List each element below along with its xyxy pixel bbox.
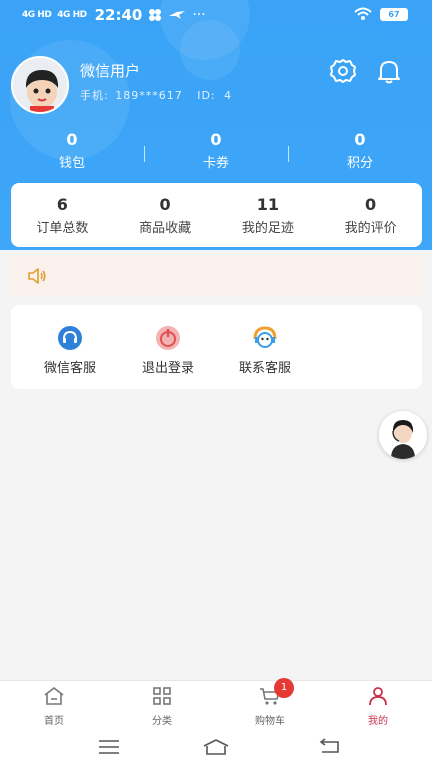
- menu-icon[interactable]: [96, 738, 124, 756]
- stat-reviews[interactable]: 0 我的评价: [319, 183, 422, 247]
- app-notification-icon: [149, 9, 162, 21]
- headset-icon: [58, 326, 82, 350]
- system-navigation-bar: [0, 726, 432, 768]
- grid-icon: [153, 687, 171, 705]
- stat-value: 6: [56, 195, 68, 214]
- notice-bar[interactable]: [11, 256, 422, 296]
- power-icon: [156, 326, 180, 350]
- services-card: 微信客服 退出登录 联系客服: [11, 305, 422, 389]
- stat-value: 0: [365, 195, 377, 214]
- tab-category[interactable]: 分类: [108, 681, 216, 727]
- back-icon[interactable]: [316, 738, 344, 756]
- speaker-icon: [28, 268, 46, 284]
- points-balance[interactable]: 0 积分: [288, 130, 432, 174]
- stat-total-orders[interactable]: 6 订单总数: [11, 183, 114, 247]
- home-icon: [44, 686, 64, 705]
- more-notifications: ···: [192, 7, 206, 23]
- phone-number: 189***617: [115, 89, 183, 102]
- wifi-icon: [354, 7, 372, 20]
- signal-1: 4G HD: [22, 10, 52, 20]
- service-label: 联系客服: [238, 361, 291, 376]
- status-bar: 4G HD 4G HD 22:40 ··· 67: [0, 0, 432, 30]
- stat-label: 商品收藏: [139, 221, 192, 236]
- tab-cart[interactable]: 购物车 1: [216, 678, 324, 727]
- clock: 22:40: [94, 6, 143, 24]
- logout-button[interactable]: 退出登录: [123, 325, 213, 376]
- phone-label: 手机:: [80, 89, 109, 102]
- wallet-balance[interactable]: 0 钱包: [0, 130, 144, 174]
- wallet-label: 钱包: [58, 156, 85, 171]
- tab-mine[interactable]: 我的: [324, 681, 432, 727]
- stat-label: 我的足迹: [241, 221, 294, 236]
- service-label: 退出登录: [141, 361, 194, 376]
- home-nav-icon[interactable]: [202, 738, 230, 756]
- tab-home[interactable]: 首页: [0, 681, 108, 727]
- customer-service-icon: [253, 326, 277, 348]
- bird-icon: [169, 11, 186, 19]
- avatar[interactable]: [11, 56, 69, 114]
- floating-customer-service-button[interactable]: [379, 411, 427, 459]
- points-value: 0: [354, 130, 366, 149]
- coupon-balance[interactable]: 0 卡券: [144, 130, 288, 174]
- user-id: 4: [224, 89, 233, 102]
- stat-value: 11: [256, 195, 279, 214]
- bottom-tab-bar: 首页 分类 购物车 1 我的: [0, 678, 432, 727]
- points-label: 积分: [346, 156, 373, 171]
- username: 微信用户: [80, 62, 141, 80]
- id-label: ID:: [197, 89, 216, 102]
- notification-bell-icon[interactable]: [374, 56, 404, 86]
- stat-label: 我的评价: [344, 221, 397, 236]
- wallet-value: 0: [66, 130, 78, 149]
- order-stats-card: 6 订单总数 0 商品收藏 11 我的足迹 0 我的评价: [11, 183, 422, 247]
- stat-value: 0: [159, 195, 171, 214]
- wallet-summary: 0 钱包 0 卡券 0 积分: [0, 130, 432, 174]
- stat-footprints[interactable]: 11 我的足迹: [217, 183, 320, 247]
- wechat-service-button[interactable]: 微信客服: [25, 325, 115, 376]
- stat-favorites[interactable]: 0 商品收藏: [114, 183, 217, 247]
- battery-indicator: 67: [380, 7, 408, 21]
- user-icon: [369, 687, 387, 706]
- service-label: 微信客服: [43, 361, 96, 376]
- agent-avatar-icon: [379, 411, 427, 459]
- coupon-value: 0: [210, 130, 222, 149]
- contact-service-button[interactable]: 联系客服: [220, 325, 310, 376]
- signal-2: 4G HD: [57, 10, 87, 20]
- settings-icon[interactable]: [328, 56, 358, 86]
- stat-label: 订单总数: [36, 221, 89, 236]
- coupon-label: 卡券: [202, 156, 229, 171]
- user-info: 手机: 189***617 ID: 4: [80, 87, 232, 103]
- cart-badge: 1: [274, 678, 294, 698]
